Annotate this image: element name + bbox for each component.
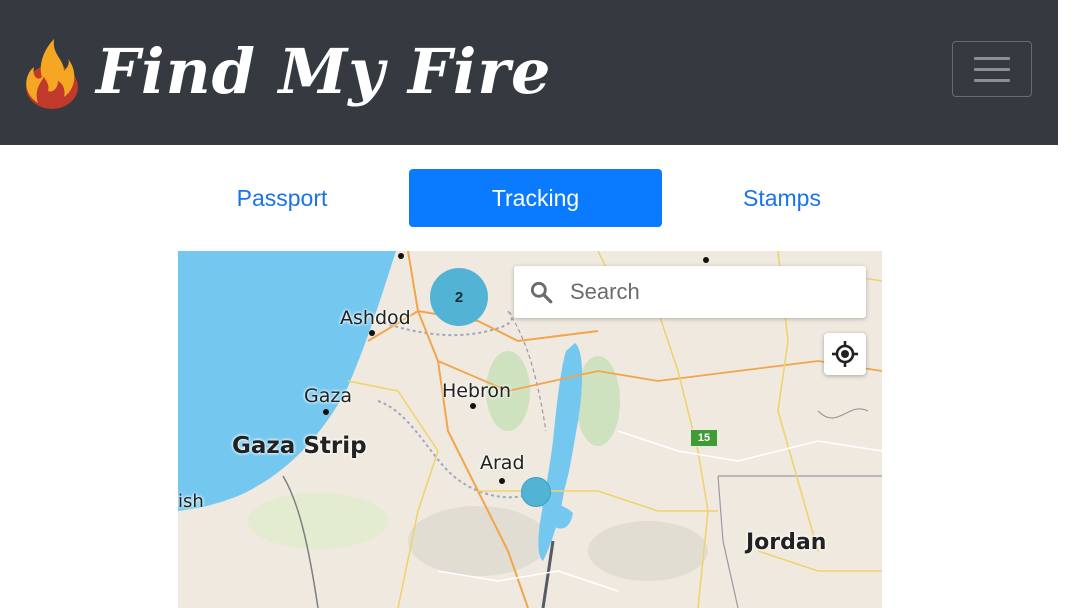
page-tabs: Passport Tracking Stamps xyxy=(155,169,905,227)
brand-title: Find My Fire xyxy=(96,34,552,108)
map-label-gaza: Gaza xyxy=(304,385,352,407)
hamburger-menu-icon xyxy=(974,57,1010,82)
tracking-map[interactable]: Ashdod Gaza Gaza Strip Hebron Arad Jorda… xyxy=(178,251,882,608)
navbar-toggle-button[interactable] xyxy=(952,41,1032,97)
fire-cluster-marker[interactable]: 2 xyxy=(430,268,488,326)
tab-stamps[interactable]: Stamps xyxy=(662,169,902,227)
map-label-arad: Arad xyxy=(480,452,525,474)
brand[interactable]: Find My Fire xyxy=(20,28,552,114)
map-label-gaza-strip: Gaza Strip xyxy=(232,433,367,459)
road-shield: 15 xyxy=(690,429,718,447)
map-label-jordan: Jordan xyxy=(746,530,827,555)
search-icon xyxy=(530,281,553,304)
tab-label: Tracking xyxy=(491,184,580,211)
tab-passport[interactable]: Passport xyxy=(155,169,409,227)
map-label-partial: ish xyxy=(178,491,204,512)
map-label-ashdod: Ashdod xyxy=(340,307,411,329)
map-search-box xyxy=(514,266,866,318)
geolocate-button[interactable] xyxy=(824,333,866,375)
tab-label: Stamps xyxy=(743,184,821,211)
map-label-hebron: Hebron xyxy=(442,380,512,402)
crosshair-icon xyxy=(832,341,858,367)
map-search-input[interactable] xyxy=(568,278,852,306)
fire-location-marker[interactable] xyxy=(521,477,551,507)
cluster-count: 2 xyxy=(454,288,464,306)
tab-label: Passport xyxy=(236,184,328,211)
top-navbar: Find My Fire xyxy=(0,0,1058,145)
flame-icon xyxy=(26,39,78,109)
tab-tracking[interactable]: Tracking xyxy=(409,169,662,227)
road-shield-number: 15 xyxy=(697,432,711,444)
